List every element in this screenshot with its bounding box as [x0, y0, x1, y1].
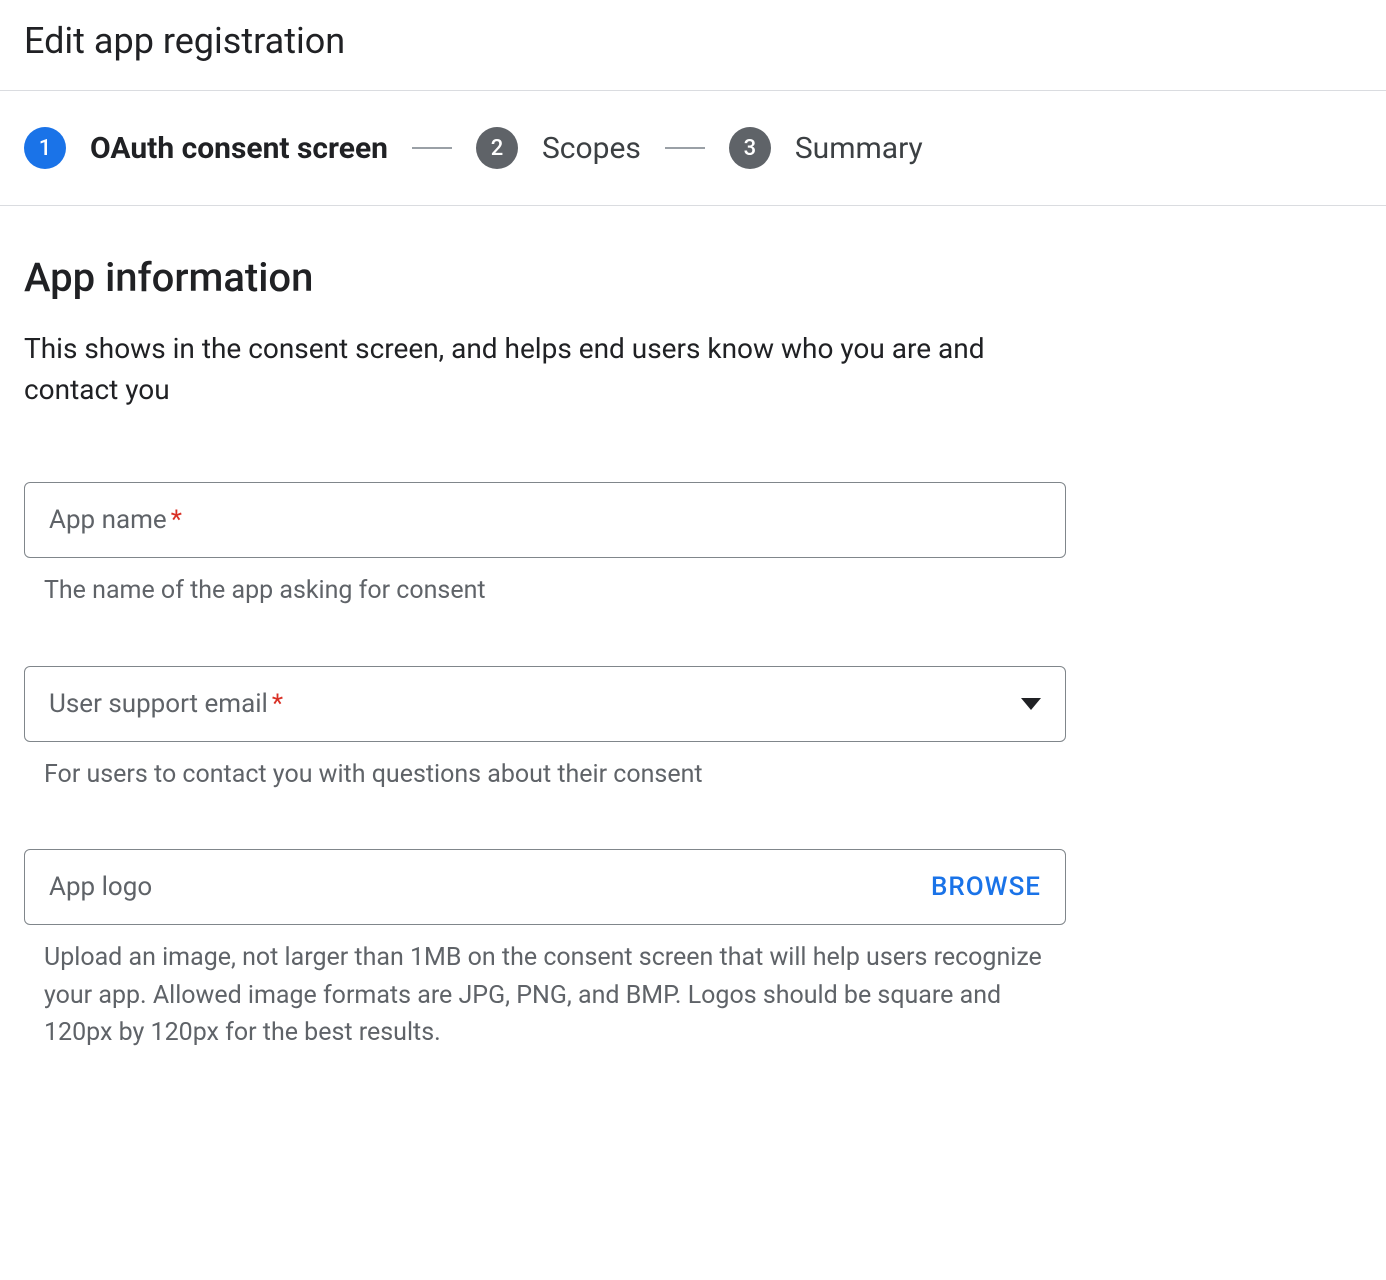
- page-title: Edit app registration: [24, 20, 1362, 62]
- app-name-field: App name* The name of the app asking for…: [24, 482, 1066, 610]
- section-title: App information: [24, 254, 1066, 301]
- required-mark: *: [171, 505, 182, 535]
- chevron-down-icon: [1021, 698, 1041, 710]
- step-scopes[interactable]: 2 Scopes: [476, 127, 641, 169]
- user-support-email-helper: For users to contact you with questions …: [24, 756, 1066, 794]
- step-number-3: 3: [729, 127, 771, 169]
- app-name-input[interactable]: App name*: [24, 482, 1066, 558]
- user-support-email-field: User support email* For users to contact…: [24, 666, 1066, 794]
- user-support-email-select[interactable]: User support email*: [24, 666, 1066, 742]
- app-name-helper: The name of the app asking for consent: [24, 572, 1066, 610]
- app-logo-field: App logo BROWSE Upload an image, not lar…: [24, 849, 1066, 1052]
- required-mark: *: [272, 689, 283, 719]
- step-oauth-consent[interactable]: 1 OAuth consent screen: [24, 127, 388, 169]
- step-label-summary: Summary: [795, 131, 923, 166]
- step-number-2: 2: [476, 127, 518, 169]
- user-support-email-label: User support email*: [49, 689, 283, 719]
- step-number-1: 1: [24, 127, 66, 169]
- page-header: Edit app registration: [0, 0, 1386, 90]
- app-logo-helper: Upload an image, not larger than 1MB on …: [24, 939, 1066, 1052]
- step-connector: [665, 147, 705, 149]
- stepper: 1 OAuth consent screen 2 Scopes 3 Summar…: [0, 91, 1386, 205]
- step-label-oauth-consent: OAuth consent screen: [90, 131, 388, 166]
- section-description: This shows in the consent screen, and he…: [24, 329, 1066, 410]
- step-connector: [412, 147, 452, 149]
- app-logo-label: App logo: [49, 872, 152, 902]
- app-name-label: App name*: [49, 505, 182, 535]
- content: App information This shows in the consen…: [0, 206, 1090, 1132]
- app-logo-input[interactable]: App logo BROWSE: [24, 849, 1066, 925]
- step-label-scopes: Scopes: [542, 131, 641, 166]
- browse-button[interactable]: BROWSE: [931, 872, 1041, 902]
- step-summary[interactable]: 3 Summary: [729, 127, 923, 169]
